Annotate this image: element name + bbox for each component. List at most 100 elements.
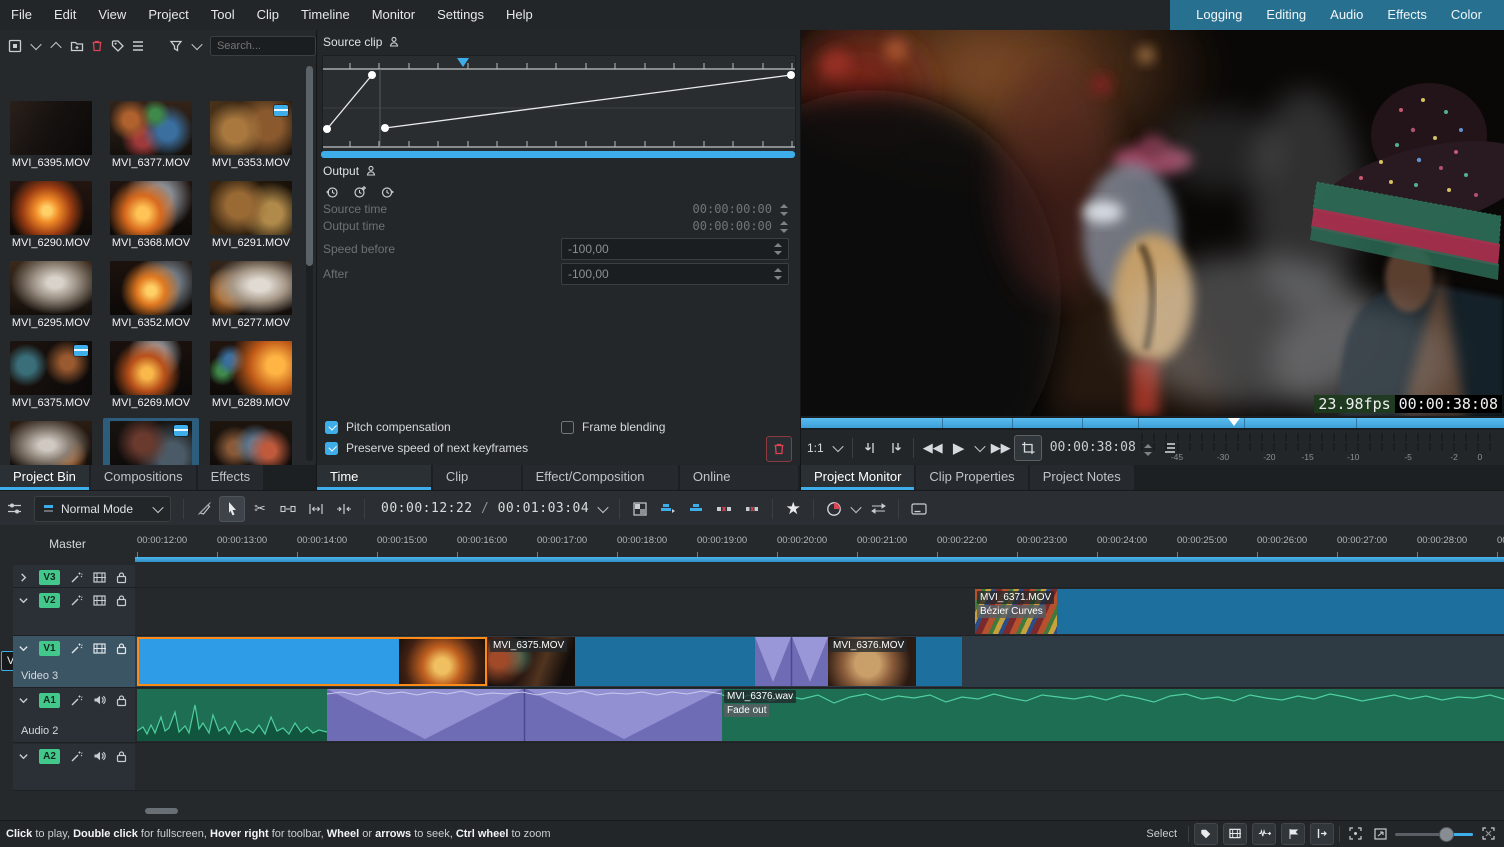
track-badge[interactable]: V3 <box>39 570 60 585</box>
filter-icon[interactable] <box>169 36 183 56</box>
ripple-tool-button[interactable] <box>331 496 357 522</box>
tab-effect-composition-stack[interactable]: Effect/Composition Stack <box>523 465 678 490</box>
effects-icon[interactable] <box>70 571 83 584</box>
effects-icon[interactable] <box>70 642 83 655</box>
effects-icon[interactable] <box>70 694 83 707</box>
tab-project-notes[interactable]: Project Notes <box>1030 465 1134 490</box>
source-time-value[interactable]: 00:00:00:00 <box>693 202 772 216</box>
workspace-logging[interactable]: Logging <box>1184 0 1254 30</box>
zoom-full-icon[interactable] <box>1478 822 1498 846</box>
lift-zone-icon[interactable] <box>739 496 765 522</box>
tab-compositions[interactable]: Compositions <box>91 465 196 490</box>
clip-audio-fades[interactable] <box>327 689 722 741</box>
pitch-compensation-checkbox[interactable] <box>325 421 338 434</box>
chevron-right-icon[interactable] <box>18 572 29 583</box>
speed-after-input[interactable]: -100,00 <box>561 263 789 285</box>
menu-help[interactable]: Help <box>495 0 544 30</box>
timeline-zoom-slider[interactable] <box>1395 824 1473 844</box>
keyframe-next-icon[interactable] <box>381 185 395 199</box>
menu-edit[interactable]: Edit <box>43 0 87 30</box>
bin-clip[interactable]: MVI_6352.MOV <box>103 258 199 336</box>
spacer-tool-button[interactable] <box>275 496 301 522</box>
track-header-v3[interactable]: V3 <box>13 565 135 588</box>
zone-out-icon[interactable] <box>883 436 907 460</box>
speaker-icon[interactable] <box>93 750 106 762</box>
tab-project-monitor[interactable]: Project Monitor <box>801 465 914 490</box>
bin-clip[interactable]: MVI_6260.MOV <box>103 418 199 465</box>
insert-zone-icon[interactable] <box>655 496 681 522</box>
menu-tool[interactable]: Tool <box>200 0 246 30</box>
monitor-timecode[interactable]: 00:00:38:08 <box>1042 440 1144 455</box>
remap-zoom-bar[interactable] <box>321 151 795 158</box>
track-badge[interactable]: V1 <box>39 641 60 656</box>
extract-zone-icon[interactable] <box>711 496 737 522</box>
zoom-fit-icon[interactable] <box>1370 822 1390 846</box>
search-input[interactable] <box>210 36 316 56</box>
speaker-icon[interactable] <box>93 694 106 706</box>
record-button[interactable] <box>821 496 847 522</box>
create-folder-icon[interactable] <box>69 36 83 56</box>
monitor-zoom-level[interactable]: 1:1 <box>801 441 830 455</box>
chevron-up-icon[interactable] <box>49 36 63 56</box>
preserve-speed-checkbox[interactable] <box>325 442 338 455</box>
output-time-spinner[interactable] <box>780 221 790 233</box>
fast-forward-button[interactable]: ▶▶ <box>988 436 1014 460</box>
mixed-audio-video-icon[interactable] <box>627 496 653 522</box>
frame-blending-checkbox[interactable] <box>561 421 574 434</box>
selection-tool-button[interactable] <box>219 496 245 522</box>
slip-tool-button[interactable] <box>303 496 329 522</box>
bin-clip[interactable]: MVI_6395.MOV <box>3 98 99 176</box>
bin-menu-icon[interactable] <box>131 36 145 56</box>
menu-view[interactable]: View <box>87 0 137 30</box>
menu-monitor[interactable]: Monitor <box>361 0 426 30</box>
workspace-effects[interactable]: Effects <box>1375 0 1439 30</box>
flag-button[interactable] <box>1281 823 1305 845</box>
delete-icon[interactable] <box>90 36 104 56</box>
overwrite-zone-icon[interactable] <box>683 496 709 522</box>
bin-clip[interactable]: MVI_6276.MOV <box>203 418 299 465</box>
lock-icon[interactable] <box>116 642 127 655</box>
bin-clip[interactable]: MVI_6290.MOV <box>3 178 99 256</box>
clip-mvi6371[interactable]: MVI_6371.MOV Bézier Curves <box>975 589 1504 634</box>
bin-clip[interactable]: MVI_6295.MOV <box>3 258 99 336</box>
remap-curve-editor[interactable] <box>322 55 796 152</box>
zoom-selection-icon[interactable] <box>1345 822 1365 846</box>
track-v3[interactable] <box>135 565 1504 588</box>
chevron-down-icon[interactable] <box>28 36 42 56</box>
clip-mvi6376[interactable]: MVI_6376.MOV <box>828 637 962 686</box>
zone-mode-button[interactable] <box>1014 435 1042 461</box>
bin-clip[interactable]: MVI_6368.MOV <box>103 178 199 256</box>
monitor-zoom-chevron-icon[interactable] <box>830 436 846 460</box>
menu-project[interactable]: Project <box>137 0 199 30</box>
bin-clip[interactable]: MVI_6277.MOV <box>203 258 299 336</box>
lock-icon[interactable] <box>116 594 127 607</box>
chevron-down-icon[interactable] <box>18 695 29 706</box>
timecode-chevron-icon[interactable] <box>598 501 609 512</box>
rewind-button[interactable]: ◀◀ <box>920 436 946 460</box>
source-time-spinner[interactable] <box>780 204 790 216</box>
clip-video-mix[interactable] <box>755 637 828 686</box>
film-icon[interactable] <box>93 595 106 606</box>
video-select-button[interactable] <box>1223 823 1247 845</box>
tab-time-remapping[interactable]: Time Remapping <box>317 465 431 490</box>
effects-icon[interactable] <box>70 594 83 607</box>
menu-settings[interactable]: Settings <box>426 0 495 30</box>
clip-selected[interactable] <box>137 637 487 686</box>
menu-file[interactable]: File <box>0 0 43 30</box>
bin-clip[interactable]: MVI_6377.MOV <box>103 98 199 176</box>
workspace-audio[interactable]: Audio <box>1318 0 1375 30</box>
mask-tool-icon[interactable] <box>191 496 217 522</box>
bin-clip[interactable]: MVI_6351.MOV <box>3 418 99 465</box>
video-preview[interactable]: 23.98fps 00:00:38:08 <box>801 30 1504 416</box>
track-header-v2[interactable]: V2 <box>13 588 135 636</box>
bin-clip[interactable]: MVI_6289.MOV <box>203 338 299 416</box>
add-keyframe-icon[interactable] <box>353 185 367 199</box>
tag-icon[interactable] <box>110 36 124 56</box>
bin-clip[interactable]: MVI_6353.MOV <box>203 98 299 176</box>
timeline-hscrollbar[interactable] <box>145 808 178 814</box>
track-header-v1[interactable]: V1 Video 3 <box>13 636 135 688</box>
master-button[interactable]: Master <box>0 537 135 557</box>
timeline-tracks[interactable]: MVI_6371.MOV Bézier Curves MVI_6375.MOV … <box>135 565 1504 820</box>
delete-keyframes-button[interactable] <box>766 436 792 462</box>
record-chevron-icon[interactable] <box>849 496 863 522</box>
